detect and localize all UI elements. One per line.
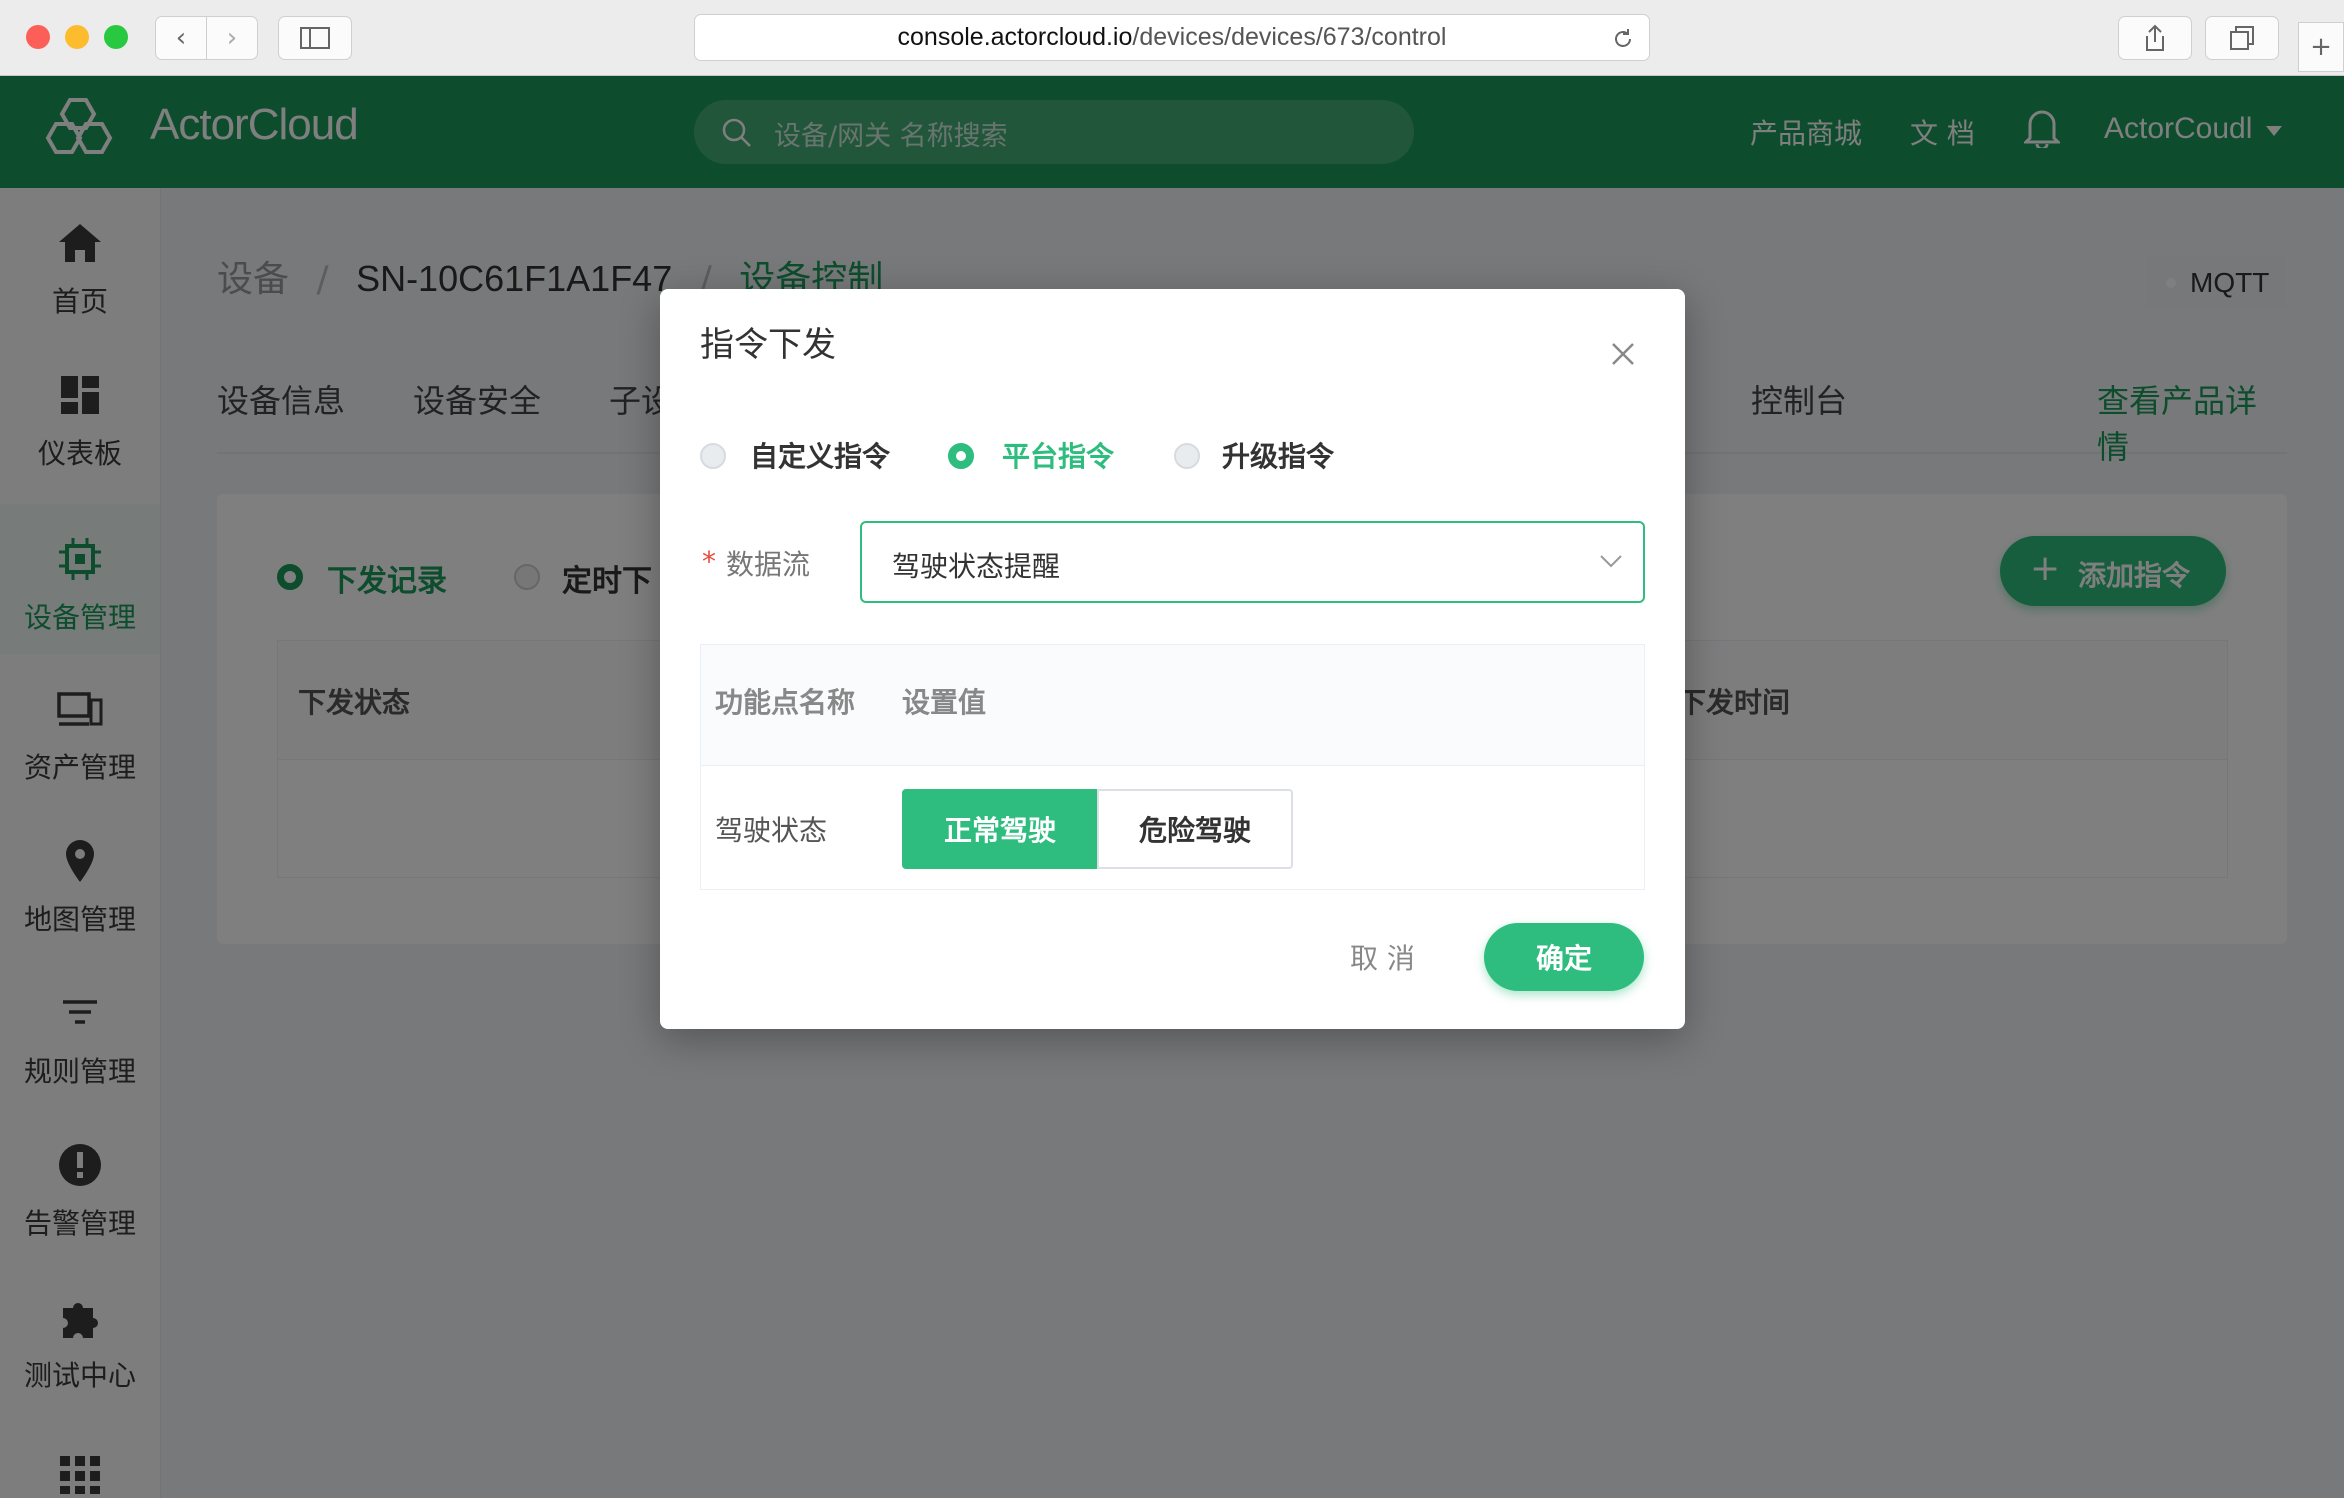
browser-toolbar: ‹ › console.actorcloud.io/devices/device… — [0, 0, 2344, 76]
confirm-button[interactable]: 确定 — [1484, 923, 1644, 991]
chevron-right-icon: › — [226, 23, 238, 53]
back-button[interactable]: ‹ — [155, 16, 207, 60]
required-mark: * — [702, 545, 716, 578]
stream-label: 数据流 — [726, 548, 811, 581]
chevron-left-icon: ‹ — [175, 23, 187, 53]
command-dialog: 指令下发 自定义指令 平台指令 升级指令 * 数据流 驾驶状态提醒 功能点名称 … — [660, 289, 1685, 1029]
dialog-title: 指令下发 — [700, 325, 836, 365]
share-icon — [2146, 24, 2164, 51]
url-host: console.actorcloud.io — [897, 23, 1133, 51]
sidebar-toggle-button[interactable] — [278, 16, 352, 60]
radio-upgrade-command[interactable] — [1174, 443, 1200, 469]
share-button[interactable] — [2118, 16, 2192, 60]
sidebar-icon — [300, 27, 330, 49]
close-icon[interactable] — [1610, 341, 1636, 367]
new-tab-button[interactable]: + — [2298, 22, 2344, 72]
table-header-name: 功能点名称 — [715, 686, 856, 719]
option-label: 正常驾驶 — [943, 814, 1056, 847]
radio-custom-command[interactable] — [700, 443, 726, 469]
forward-button[interactable]: › — [206, 16, 258, 60]
function-table-header: 功能点名称 设置值 — [701, 645, 1644, 766]
function-table: 功能点名称 设置值 驾驶状态 正常驾驶 危险驾驶 — [700, 644, 1645, 890]
table-header-value: 设置值 — [902, 686, 987, 719]
zoom-window-button[interactable] — [104, 25, 128, 49]
url-path: /devices/devices/673/control — [1132, 23, 1447, 51]
address-bar[interactable]: console.actorcloud.io/devices/devices/67… — [694, 14, 1650, 61]
label-upgrade-command[interactable]: 升级指令 — [1222, 435, 1334, 475]
function-name: 驾驶状态 — [715, 814, 828, 847]
stream-select-value: 驾驶状态提醒 — [892, 550, 1061, 583]
option-normal-driving[interactable]: 正常驾驶 — [902, 789, 1098, 869]
plus-icon: + — [2310, 32, 2332, 62]
option-label: 危险驾驶 — [1138, 814, 1251, 847]
option-dangerous-driving[interactable]: 危险驾驶 — [1097, 789, 1293, 869]
close-window-button[interactable] — [26, 25, 50, 49]
label-custom-command[interactable]: 自定义指令 — [750, 435, 890, 475]
tabs-overview-button[interactable] — [2205, 16, 2279, 60]
reload-icon[interactable] — [1611, 27, 1635, 51]
radio-platform-command[interactable] — [948, 443, 974, 469]
chevron-down-icon — [1600, 555, 1622, 568]
confirm-label: 确定 — [1535, 942, 1592, 975]
cancel-button[interactable]: 取 消 — [1350, 937, 1415, 977]
stream-select[interactable]: 驾驶状态提醒 — [860, 521, 1645, 603]
minimize-window-button[interactable] — [65, 25, 89, 49]
label-platform-command[interactable]: 平台指令 — [1002, 435, 1114, 475]
tabs-icon — [2230, 26, 2254, 50]
